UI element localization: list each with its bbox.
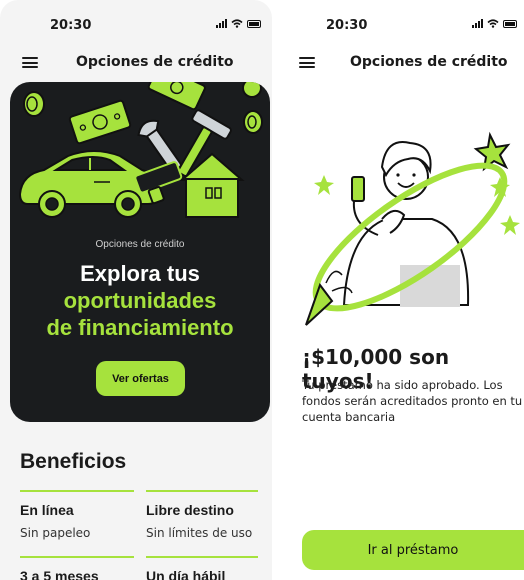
benefit-title: En línea [20,502,74,518]
hero-title-line2: oportunidades [63,288,217,313]
hero-kicker: Opciones de crédito [95,239,185,250]
benefit-subtitle: Sin límites de uso [146,526,253,540]
wifi-icon [231,19,243,28]
page-title: Opciones de crédito [76,54,234,70]
celebration-illustration [305,131,520,326]
benefit-title: Un día hábil [146,568,226,580]
benefit-divider [20,556,134,558]
view-offers-button[interactable]: Ver ofertas [96,361,185,396]
hero-title-line1: Explora tus [80,261,200,286]
battery-icon [247,20,261,28]
benefit-divider [20,490,134,492]
signal-icon [472,19,483,28]
hero-illustration [18,82,263,218]
signal-icon [216,19,227,28]
hero-title: Explora tus oportunidades de financiamie… [10,260,270,341]
benefit-divider [146,490,258,492]
status-time: 20:30 [50,18,92,33]
benefit-title: 3 a 5 meses [20,568,99,580]
hero-title-line3: de financiamiento [46,315,234,340]
wifi-icon [487,19,499,28]
approval-message: Tu préstamo ha sido aprobado. Los fondos… [302,378,523,424]
benefits-heading: Beneficios [20,450,127,473]
screen-credit-options: 20:30 Opciones de crédito Opciones de cr… [0,0,272,580]
go-to-loan-button[interactable]: Ir al préstamo [302,530,524,570]
menu-icon[interactable] [299,57,315,68]
benefit-divider [146,556,258,558]
benefit-title: Libre destino [146,502,234,518]
hero-banner: Opciones de crédito Explora tus oportuni… [10,82,270,422]
screen-loan-approved: 20:30 Opciones de crédito ¡$10,000 son t… [282,0,524,580]
battery-icon [503,20,517,28]
status-icons [216,19,261,28]
page-title: Opciones de crédito [350,54,508,70]
status-time: 20:30 [326,18,368,33]
benefit-subtitle: Sin papeleo [20,526,91,540]
status-icons [472,19,517,28]
menu-icon[interactable] [22,57,38,68]
